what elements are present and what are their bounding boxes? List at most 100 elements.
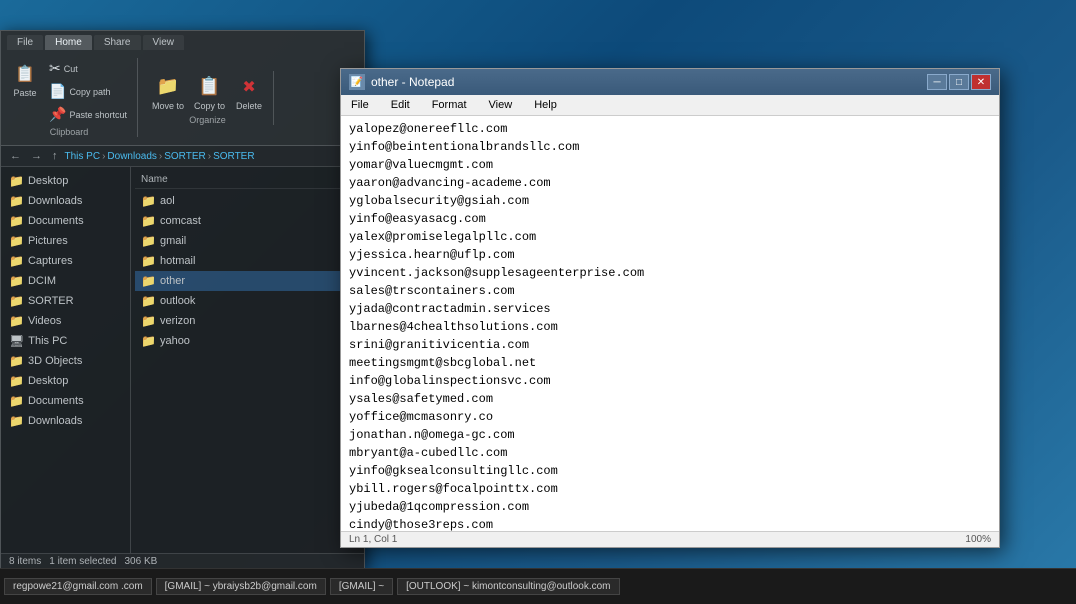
menu-edit[interactable]: Edit bbox=[385, 97, 416, 113]
sidebar-label: This PC bbox=[28, 335, 67, 347]
folder-icon: 📁 bbox=[9, 394, 24, 408]
sidebar-item-desktop[interactable]: 📁 Desktop bbox=[1, 171, 130, 191]
taskbar-item-gmail2[interactable]: [GMAIL] ~ ybraiysb2b@gmail.com bbox=[156, 578, 326, 595]
sidebar-item-pictures[interactable]: 📁 Pictures bbox=[1, 231, 130, 251]
list-item[interactable]: 📁 comcast bbox=[135, 211, 360, 231]
cut-button[interactable]: ✂ Cut bbox=[45, 58, 131, 79]
ribbon: File Home Share View 📋 Paste bbox=[1, 31, 364, 146]
tab-share[interactable]: Share bbox=[94, 35, 141, 50]
sidebar-item-sorter[interactable]: 📁 SORTER bbox=[1, 291, 130, 311]
text-line: ybill.rogers@focalpointtx.com bbox=[349, 480, 991, 498]
text-line: ysales@safetymed.com bbox=[349, 390, 991, 408]
crumb-sorter2[interactable]: SORTER bbox=[213, 151, 255, 162]
paste-shortcut-button[interactable]: 📌 Paste shortcut bbox=[45, 104, 131, 125]
computer-icon: 🖥 bbox=[9, 334, 24, 348]
taskbar: regpowe21@gmail.com .com [GMAIL] ~ ybrai… bbox=[0, 568, 1076, 604]
sidebar-item-captures[interactable]: 📁 Captures bbox=[1, 251, 130, 271]
close-button[interactable]: ✕ bbox=[971, 74, 991, 90]
paste-label: Paste bbox=[13, 88, 36, 98]
up-button[interactable]: ↑ bbox=[49, 149, 61, 163]
forward-button[interactable]: → bbox=[28, 149, 45, 163]
file-name: aol bbox=[160, 195, 175, 207]
sidebar-item-documents2[interactable]: 📁 Documents bbox=[1, 391, 130, 411]
text-line: yalex@promiselegalpllc.com bbox=[349, 228, 991, 246]
menu-file[interactable]: File bbox=[345, 97, 375, 113]
main-area: 📁 Desktop 📁 Downloads 📁 Documents 📁 Pict… bbox=[1, 167, 364, 553]
sidebar-item-dcim[interactable]: 📁 DCIM bbox=[1, 271, 130, 291]
notepad-statusbar: Ln 1, Col 1 100% bbox=[341, 531, 999, 547]
copy-to-button[interactable]: 📋 Copy to bbox=[190, 71, 229, 113]
sidebar-item-downloads[interactable]: 📁 Downloads bbox=[1, 191, 130, 211]
sidebar-item-desktop2[interactable]: 📁 Desktop bbox=[1, 371, 130, 391]
text-line: meetingsmgmt@sbcglobal.net bbox=[349, 354, 991, 372]
folder-icon: 📁 bbox=[9, 234, 24, 248]
taskbar-item-gmail[interactable]: regpowe21@gmail.com .com bbox=[4, 578, 152, 595]
crumb-thispc[interactable]: This PC bbox=[65, 151, 101, 162]
paste-shortcut-label: Paste shortcut bbox=[69, 110, 127, 120]
delete-label: Delete bbox=[236, 101, 262, 111]
taskbar-item-outlook[interactable]: [OUTLOOK] ~ kimontconsulting@outlook.com bbox=[397, 578, 619, 595]
clipboard-label: Clipboard bbox=[7, 127, 131, 137]
cursor-position: Ln 1, Col 1 bbox=[349, 534, 397, 545]
sidebar-item-videos[interactable]: 📁 Videos bbox=[1, 311, 130, 331]
copy-path-button[interactable]: 📄 Copy path bbox=[45, 81, 131, 102]
file-explorer-window: File Home Share View 📋 Paste bbox=[0, 30, 365, 570]
folder-icon: 📁 bbox=[9, 314, 24, 328]
back-button[interactable]: ← bbox=[7, 149, 24, 163]
file-name: hotmail bbox=[160, 255, 195, 267]
folder-icon: 📁 bbox=[9, 254, 24, 268]
paste-button[interactable]: 📋 Paste bbox=[7, 58, 43, 125]
notepad-text-area[interactable]: yalopez@onereefllc.com yinfo@beintention… bbox=[341, 116, 999, 531]
list-item-selected[interactable]: 📁 other bbox=[135, 271, 360, 291]
text-line: yinfo@easyasacg.com bbox=[349, 210, 991, 228]
notepad-titlebar: 📝 other - Notepad ─ □ ✕ bbox=[341, 69, 999, 95]
notepad-title: other - Notepad bbox=[371, 75, 454, 89]
list-item[interactable]: 📁 verizon bbox=[135, 311, 360, 331]
breadcrumb: This PC › Downloads › SORTER › SORTER bbox=[65, 151, 255, 162]
tab-view[interactable]: View bbox=[143, 35, 185, 50]
folder-icon: 📁 bbox=[141, 334, 156, 348]
list-item[interactable]: 📁 hotmail bbox=[135, 251, 360, 271]
notepad-window: 📝 other - Notepad ─ □ ✕ File Edit Format… bbox=[340, 68, 1000, 548]
cut-icon: ✂ bbox=[49, 60, 61, 77]
menu-help[interactable]: Help bbox=[528, 97, 563, 113]
list-item[interactable]: 📁 aol bbox=[135, 191, 360, 211]
text-line: jonathan.n@omega-gc.com bbox=[349, 426, 991, 444]
folder-icon: 📁 bbox=[9, 294, 24, 308]
tab-home[interactable]: Home bbox=[45, 35, 92, 50]
list-item[interactable]: 📁 gmail bbox=[135, 231, 360, 251]
sidebar-label: DCIM bbox=[28, 275, 56, 287]
list-item[interactable]: 📁 outlook bbox=[135, 291, 360, 311]
menu-view[interactable]: View bbox=[483, 97, 519, 113]
folder-icon: 📁 bbox=[141, 234, 156, 248]
text-line: srini@granitivicentia.com bbox=[349, 336, 991, 354]
sidebar-label: Pictures bbox=[28, 235, 68, 247]
sidebar-item-downloads2[interactable]: 📁 Downloads bbox=[1, 411, 130, 431]
zoom-level: 100% bbox=[965, 534, 991, 545]
sidebar-label: Desktop bbox=[28, 175, 68, 187]
clipboard-group: 📋 Paste ✂ Cut 📄 Copy path bbox=[7, 58, 138, 137]
folder-icon: 📁 bbox=[9, 374, 24, 388]
sidebar-item-documents[interactable]: 📁 Documents bbox=[1, 211, 130, 231]
move-to-button[interactable]: 📁 Move to bbox=[148, 71, 188, 113]
menu-format[interactable]: Format bbox=[426, 97, 473, 113]
crumb-sorter1[interactable]: SORTER bbox=[164, 151, 206, 162]
sep3: › bbox=[208, 151, 211, 162]
sidebar-item-thispc[interactable]: 🖥 This PC bbox=[1, 331, 130, 351]
list-item[interactable]: 📁 yahoo bbox=[135, 331, 360, 351]
folder-icon: 📁 bbox=[141, 214, 156, 228]
minimize-button[interactable]: ─ bbox=[927, 74, 947, 90]
tab-file[interactable]: File bbox=[7, 35, 43, 50]
text-line: yglobalsecurity@gsiah.com bbox=[349, 192, 991, 210]
folder-icon: 📁 bbox=[141, 194, 156, 208]
delete-button[interactable]: ✖ Delete bbox=[231, 71, 267, 113]
taskbar-item-gmail3[interactable]: [GMAIL] ~ bbox=[330, 578, 393, 595]
sidebar-item-3dobjects[interactable]: 📁 3D Objects bbox=[1, 351, 130, 371]
ribbon-actions: 📋 Paste ✂ Cut 📄 Copy path bbox=[7, 54, 358, 141]
maximize-button[interactable]: □ bbox=[949, 74, 969, 90]
paste-shortcut-icon: 📌 bbox=[49, 106, 66, 123]
paste-icon: 📋 bbox=[11, 60, 39, 88]
column-header-name: Name bbox=[135, 171, 360, 189]
ribbon-tabs: File Home Share View bbox=[7, 35, 358, 50]
crumb-downloads[interactable]: Downloads bbox=[107, 151, 156, 162]
